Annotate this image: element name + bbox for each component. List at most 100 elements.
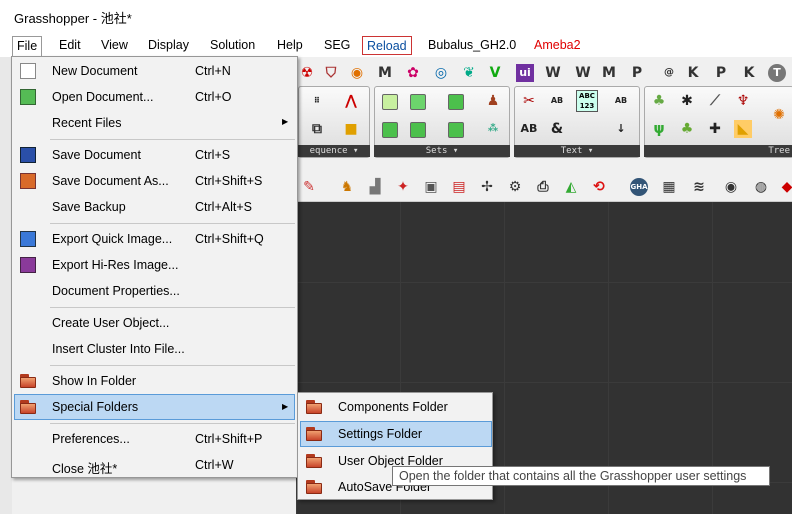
menu-item-open-document[interactable]: Open Document... Ctrl+O: [14, 85, 295, 109]
weave-icon[interactable]: ≋: [690, 178, 708, 196]
tree-icon-6[interactable]: ◣: [734, 120, 752, 138]
eye-icon[interactable]: ◉: [722, 178, 740, 196]
menu-solution[interactable]: Solution: [206, 36, 259, 55]
gha-icon[interactable]: GHA: [630, 178, 648, 196]
menu-item-special-folders[interactable]: Special Folders ▶: [14, 394, 295, 420]
set-icon-6[interactable]: [448, 122, 464, 138]
tab-v[interactable]: V: [486, 64, 504, 82]
text-abc-icon[interactable]: ABC 123: [576, 90, 598, 112]
save-as-shortcut: Ctrl+Shift+S: [195, 174, 263, 188]
menu-item-preferences[interactable]: Preferences... Ctrl+Shift+P: [14, 427, 295, 451]
tree-icon-5[interactable]: ✚: [706, 120, 724, 138]
people-icon[interactable]: ♟: [484, 92, 502, 110]
axis-icon[interactable]: ✢: [478, 178, 496, 196]
menu-item-save-backup[interactable]: Save Backup Ctrl+Alt+S: [14, 195, 295, 219]
set-icon-4[interactable]: [382, 122, 398, 138]
menu-view[interactable]: View: [97, 36, 132, 55]
shapes-icon-1[interactable]: ▣: [422, 178, 440, 196]
tree-icon-2[interactable]: ✱: [678, 92, 696, 110]
menu-bubalus[interactable]: Bubalus_GH2.0: [424, 36, 520, 55]
menu-display[interactable]: Display: [144, 36, 193, 55]
set-icon-1[interactable]: [382, 94, 398, 110]
menu-item-export-quick-image[interactable]: Export Quick Image... Ctrl+Shift+Q: [14, 227, 295, 251]
set-icon-5[interactable]: [410, 122, 426, 138]
tab-icon-5[interactable]: ◎: [432, 64, 450, 82]
menu-item-close[interactable]: Close 池社* Ctrl+W: [14, 453, 295, 477]
quick-image-icon: [20, 231, 36, 247]
tree-icon-1[interactable]: ♣: [650, 92, 668, 110]
insert-cluster-label: Insert Cluster Into File...: [52, 342, 185, 356]
tree-icon-7[interactable]: ✺: [770, 106, 788, 124]
menu-item-export-hires-image[interactable]: Export Hi-Res Image...: [14, 253, 295, 277]
text-ab-icon-2[interactable]: AB: [612, 92, 630, 110]
tab-icon-4[interactable]: ✿: [404, 64, 422, 82]
menu-seg[interactable]: SEG: [320, 36, 354, 55]
set-icon-2[interactable]: [410, 94, 426, 110]
menu-reload[interactable]: Reload: [362, 36, 412, 55]
menu-item-save-document-as[interactable]: Save Document As... Ctrl+Shift+S: [14, 169, 295, 193]
tab-m-1[interactable]: M: [376, 64, 394, 82]
tab-icon-7[interactable]: @: [660, 64, 678, 82]
robot-icon[interactable]: ⚙: [506, 178, 524, 196]
shapes-icon-2[interactable]: ▤: [450, 178, 468, 196]
cube-icon[interactable]: ■: [342, 120, 360, 138]
tab-k-2[interactable]: K: [740, 64, 758, 82]
document-properties-label: Document Properties...: [52, 284, 180, 298]
gem-icon[interactable]: ◆: [778, 178, 792, 196]
set-icon-3[interactable]: [448, 94, 464, 110]
tab-m-2[interactable]: M: [600, 64, 618, 82]
duplicate-icon[interactable]: ⧉: [308, 120, 326, 138]
tab-w-2[interactable]: W: [574, 64, 592, 82]
menu-item-recent-files[interactable]: Recent Files ▶: [14, 111, 295, 135]
graph-icon[interactable]: ⋀: [342, 92, 360, 110]
menu-item-document-properties[interactable]: Document Properties...: [14, 279, 295, 303]
tree-icon-3[interactable]: ♆: [734, 92, 752, 110]
knife-icon[interactable]: ⟋: [706, 92, 724, 110]
menu-ameba2[interactable]: Ameba2: [530, 36, 585, 55]
new-document-icon: [20, 63, 36, 79]
network-icon[interactable]: ⁂: [484, 120, 502, 138]
printer-icon[interactable]: ⎙: [534, 178, 552, 196]
menu-item-new-document[interactable]: New Document Ctrl+N: [14, 59, 295, 83]
menu-item-show-in-folder[interactable]: Show In Folder: [14, 369, 295, 393]
open-document-icon: [20, 89, 36, 105]
menu-item-create-user-object[interactable]: Create User Object...: [14, 311, 295, 335]
green-shape-icon[interactable]: ◭: [562, 178, 580, 196]
submenu-item-settings-folder[interactable]: Settings Folder: [300, 421, 492, 447]
tab-p-2[interactable]: P: [712, 64, 730, 82]
tab-icon-6[interactable]: ❦: [460, 64, 478, 82]
text-case-icon[interactable]: AB: [520, 120, 538, 138]
sketch-icon[interactable]: ✎: [300, 178, 318, 196]
menu-edit[interactable]: Edit: [55, 36, 85, 55]
save-as-icon: [20, 173, 36, 189]
series-icon[interactable]: ⠿: [308, 92, 326, 110]
text-join-icon[interactable]: &: [548, 120, 566, 138]
menu-help[interactable]: Help: [273, 36, 307, 55]
text-sort-icon[interactable]: ↓: [612, 120, 630, 138]
tab-w-1[interactable]: W: [544, 64, 562, 82]
sprout-icon[interactable]: ψ: [650, 120, 668, 138]
tab-icon-1[interactable]: ☢: [298, 64, 316, 82]
cycle-icon[interactable]: ⟲: [590, 178, 608, 196]
text-ab-icon-1[interactable]: AB: [548, 92, 566, 110]
title-bar: Grasshopper - 池社*: [0, 0, 792, 33]
menu-item-insert-cluster[interactable]: Insert Cluster Into File...: [14, 337, 295, 361]
preview-icon[interactable]: ▦: [660, 178, 678, 196]
roll-icon[interactable]: ◍: [752, 178, 770, 196]
pin-icon[interactable]: ✦: [394, 178, 412, 196]
tree-icon-4[interactable]: ♣: [678, 120, 696, 138]
menu-item-save-document[interactable]: Save Document Ctrl+S: [14, 143, 295, 167]
dog-icon[interactable]: ♞: [338, 178, 356, 196]
factory-icon[interactable]: ▟: [366, 178, 384, 196]
tab-icon-3[interactable]: ◉: [348, 64, 366, 82]
tab-icon-2[interactable]: ⛉: [322, 64, 340, 82]
panel-label-sequence: equence ▾: [298, 145, 370, 157]
tab-icon-8[interactable]: T: [768, 64, 786, 82]
submenu-item-components-folder[interactable]: Components Folder: [300, 395, 492, 419]
tab-k-1[interactable]: K: [684, 64, 702, 82]
tab-p-1[interactable]: P: [628, 64, 646, 82]
menu-file[interactable]: File: [12, 36, 43, 57]
tab-ui-icon[interactable]: ui: [516, 64, 534, 82]
submenu-arrow-icon: ▶: [282, 402, 289, 411]
text-fragment-icon[interactable]: ✂: [520, 92, 538, 110]
